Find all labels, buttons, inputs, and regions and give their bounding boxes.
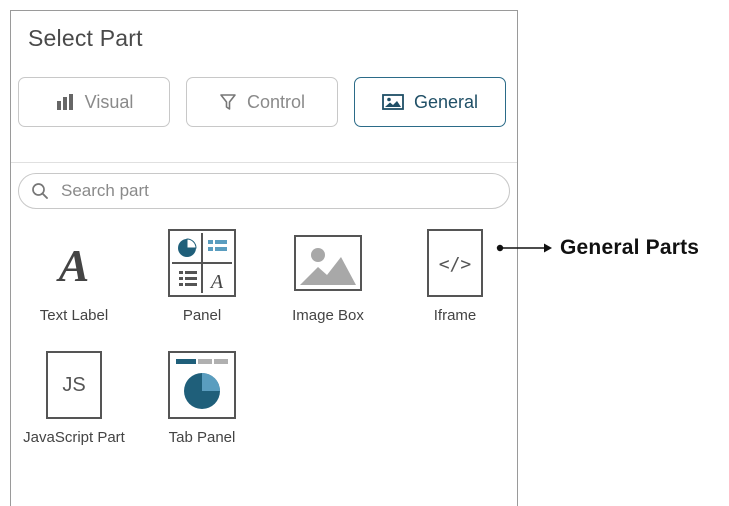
part-text-label[interactable]: A Text Label — [14, 235, 134, 324]
tab-visual[interactable]: Visual — [18, 77, 170, 127]
part-label: Tab Panel — [168, 429, 236, 446]
tab-control-label: Control — [246, 91, 306, 112]
svg-text:</>: </> — [439, 254, 472, 275]
text-label-icon: A — [46, 235, 102, 291]
part-panel[interactable]: A Panel — [142, 229, 262, 324]
part-label: Image Box — [292, 307, 364, 324]
part-tab-panel[interactable]: Tab Panel — [142, 351, 262, 446]
part-label: Iframe — [433, 307, 477, 324]
panel-icon: A — [168, 229, 236, 297]
tab-panel-icon — [168, 351, 236, 419]
image-box-icon — [294, 235, 362, 291]
part-label: JavaScript Part — [23, 429, 125, 446]
select-part-panel: Select Part Visual Control General Searc… — [10, 10, 518, 506]
svg-text:A: A — [56, 240, 90, 288]
callout-label: General Parts — [560, 236, 700, 259]
bar-chart-icon — [55, 93, 75, 111]
image-icon — [382, 94, 404, 110]
javascript-icon: JS — [46, 351, 102, 419]
divider — [11, 162, 517, 163]
part-label: Text Label — [39, 307, 109, 324]
part-image-box[interactable]: Image Box — [268, 235, 388, 324]
tab-control[interactable]: Control — [186, 77, 338, 127]
svg-text:JS: JS — [62, 374, 85, 396]
tab-general[interactable]: General — [354, 77, 506, 127]
search-icon — [31, 182, 49, 200]
part-javascript[interactable]: JS JavaScript Part — [14, 351, 134, 446]
general-parts-callout: General Parts — [496, 236, 699, 260]
tab-visual-label: Visual — [84, 91, 134, 112]
tab-general-label: General — [413, 91, 479, 112]
search-input[interactable] — [59, 180, 483, 202]
svg-text:A: A — [209, 271, 224, 293]
arrow-icon — [496, 243, 552, 253]
filter-icon — [219, 93, 237, 111]
iframe-icon: </> — [427, 229, 483, 297]
search-box[interactable] — [18, 173, 510, 209]
panel-title: Select Part — [28, 25, 143, 51]
part-label: Panel — [182, 307, 222, 324]
